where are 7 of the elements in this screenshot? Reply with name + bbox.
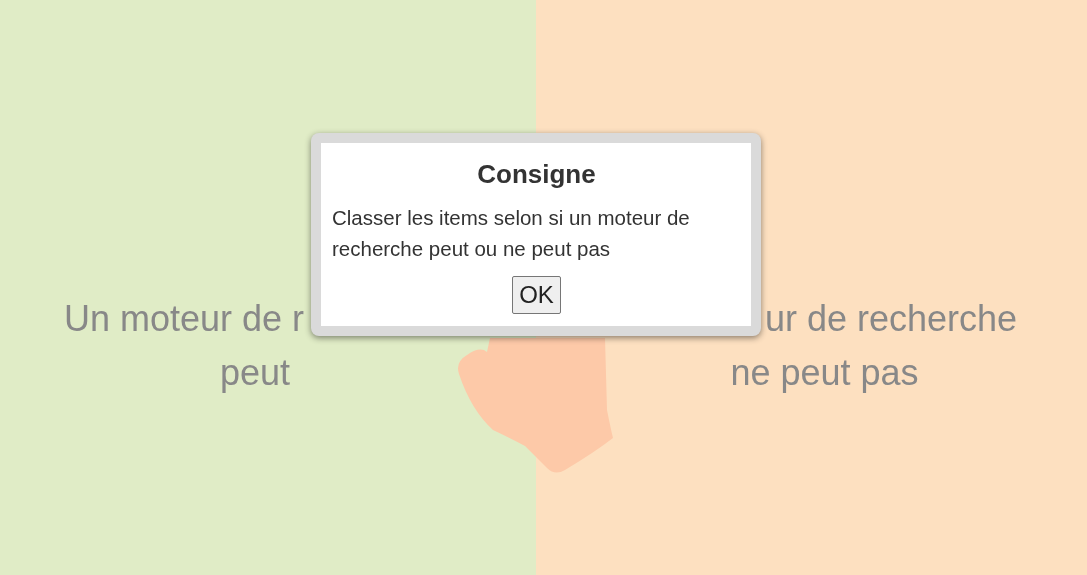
- category-label: ne peut pas: [730, 351, 919, 393]
- category-label: ur de recherche: [765, 297, 1018, 339]
- ok-button[interactable]: OK: [512, 276, 561, 314]
- dialog-message: Classer les items selon si un moteur de recherche peut ou ne peut pas: [332, 205, 691, 262]
- dialog-title: Consigne: [476, 159, 597, 190]
- category-label: peut: [219, 351, 291, 393]
- category-label: Un moteur de r: [63, 297, 304, 339]
